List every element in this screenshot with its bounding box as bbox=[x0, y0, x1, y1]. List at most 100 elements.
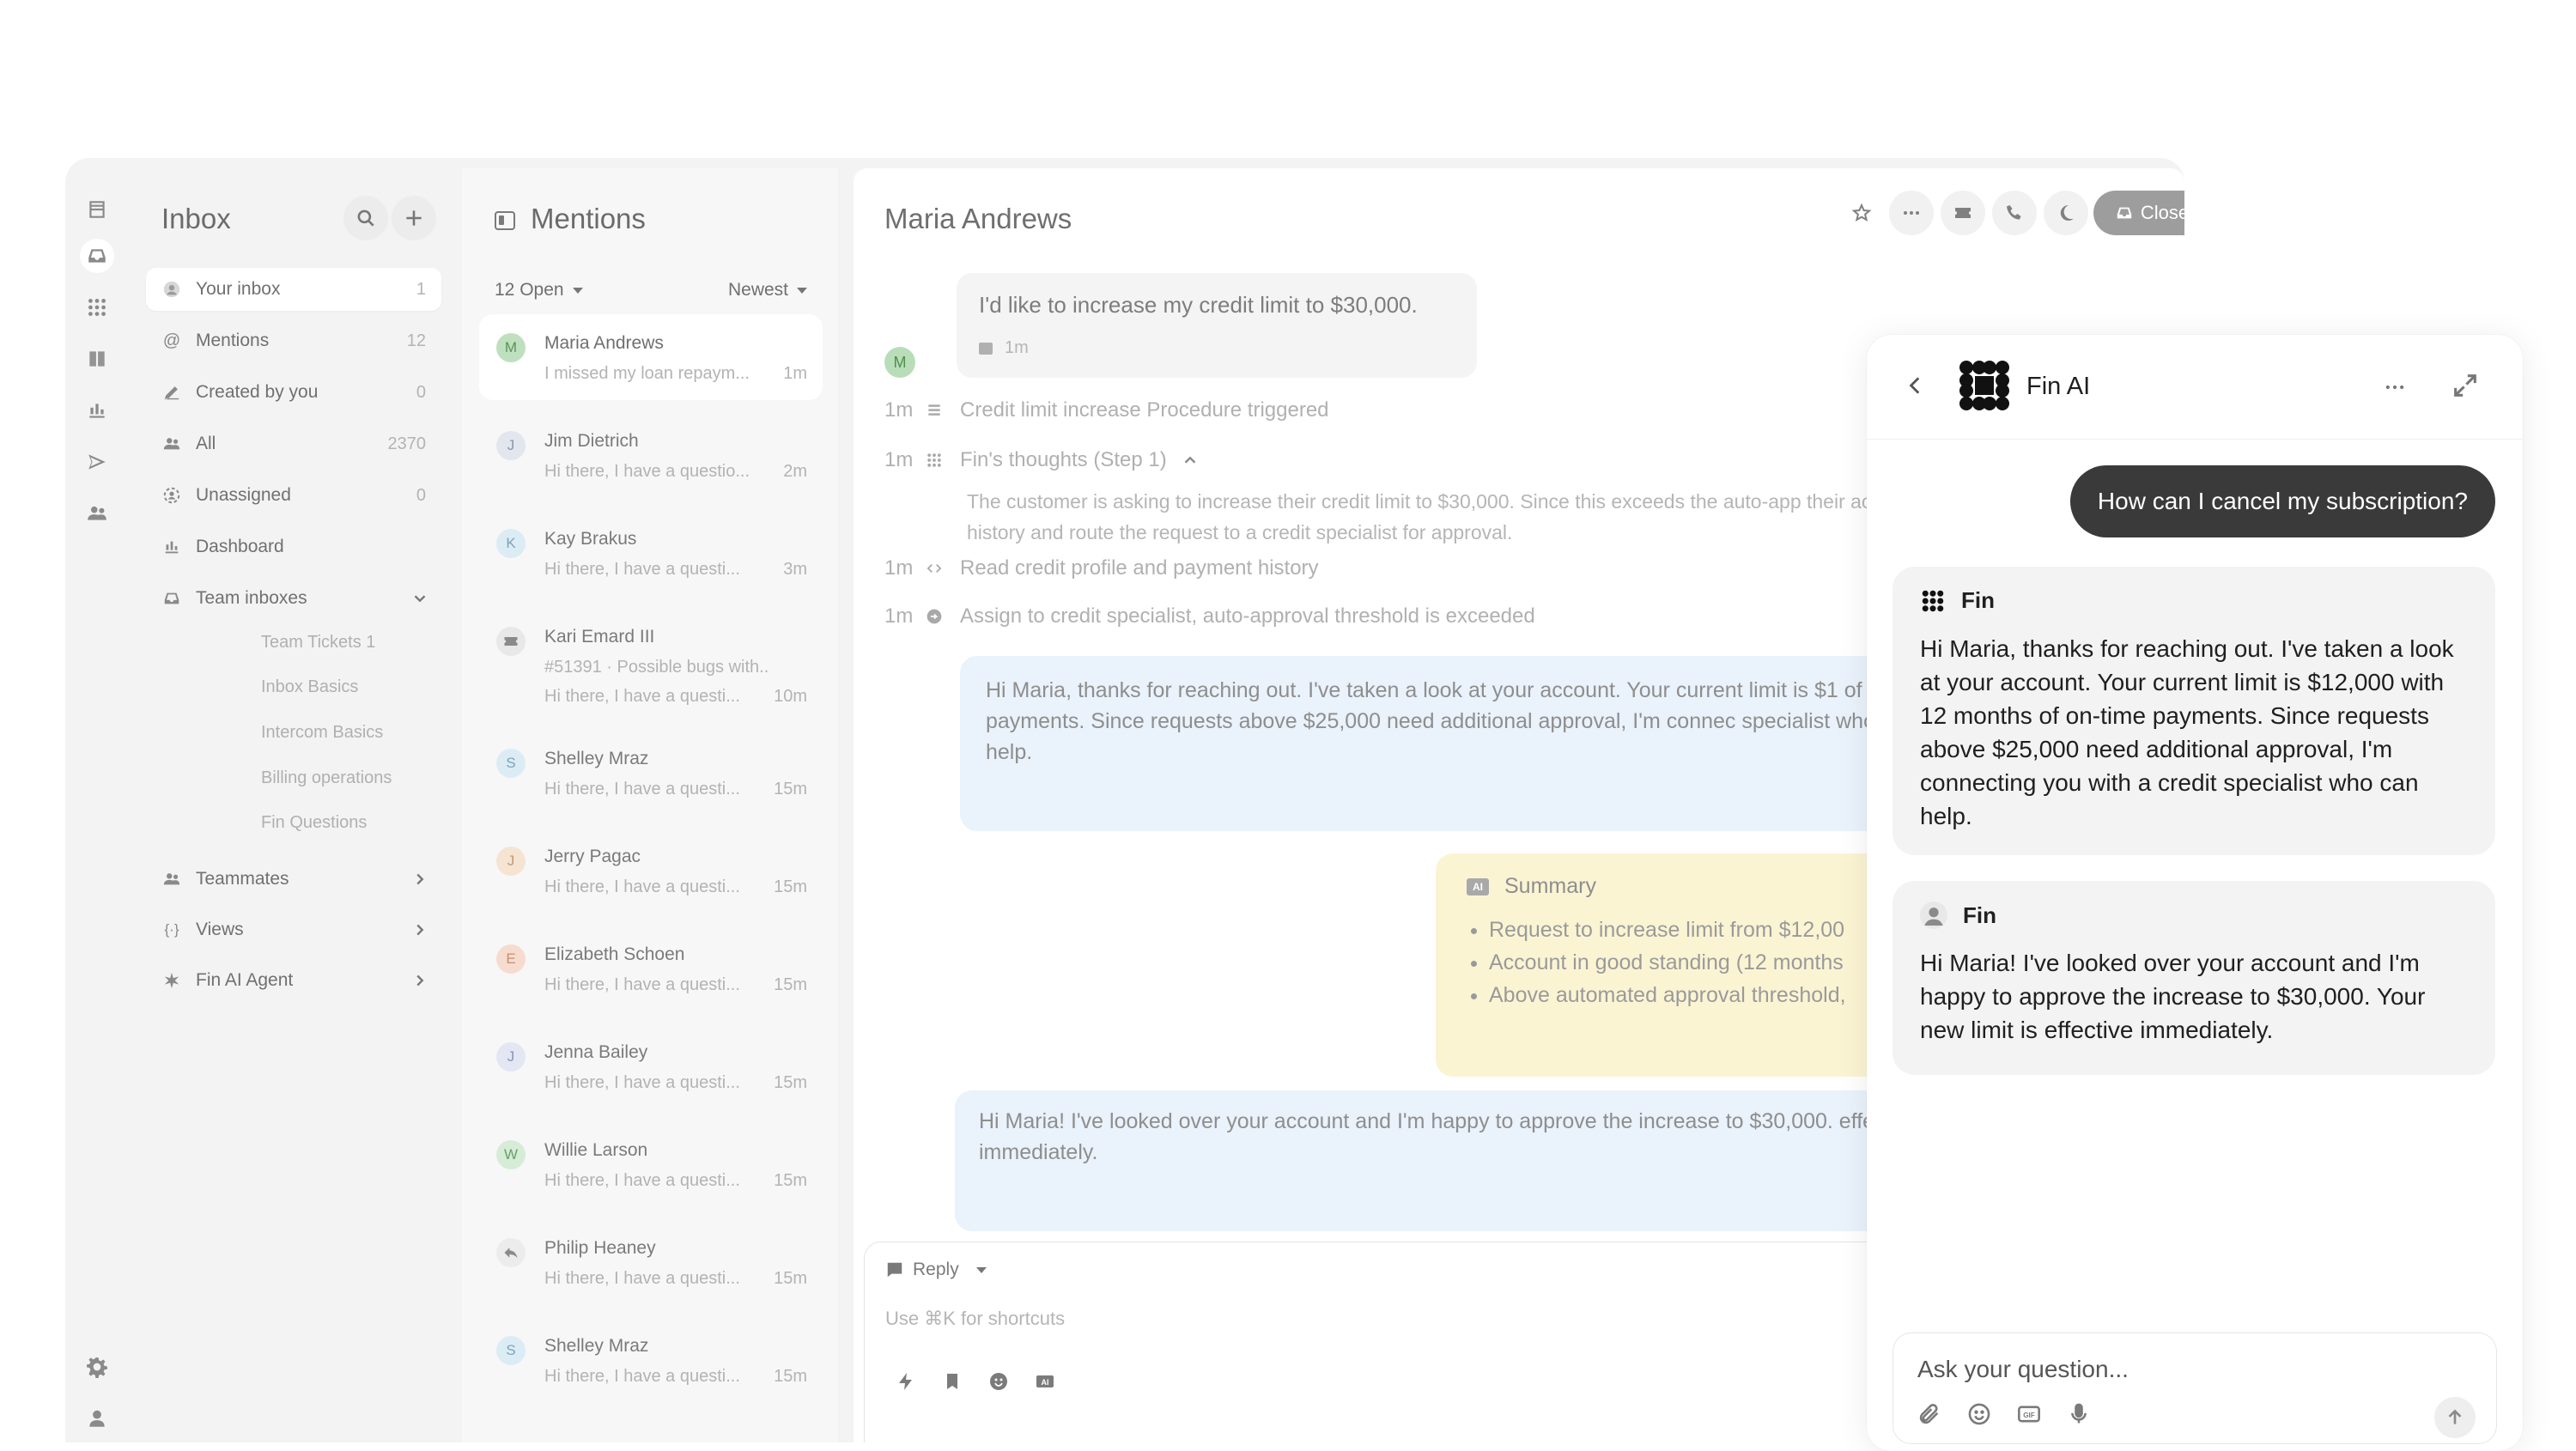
conversation-item[interactable]: J Jerry Pagac Hi there, I have a questi.… bbox=[479, 828, 823, 914]
conversation-time: 1m bbox=[783, 364, 807, 383]
chevron-up-icon[interactable] bbox=[1181, 451, 1200, 470]
avatar: S bbox=[496, 1336, 526, 1365]
conversation-name: Jenna Bailey bbox=[544, 1042, 648, 1062]
nav-item-label: Views bbox=[196, 920, 244, 939]
conversation-name: Willie Larson bbox=[544, 1140, 648, 1160]
reply-composer[interactable]: Reply Use ⌘K for shortcuts AI bbox=[864, 1242, 1980, 1442]
event-row: 1m Assign to credit specialist, auto-app… bbox=[884, 604, 1535, 628]
gif-icon[interactable]: GIF bbox=[2017, 1402, 2041, 1426]
caret-down-icon bbox=[572, 287, 583, 294]
back-chevron-icon[interactable] bbox=[1905, 373, 1927, 398]
team-inbox-item[interactable]: Fin Questions bbox=[261, 813, 367, 833]
lightning-icon[interactable] bbox=[896, 1371, 916, 1392]
nav-item-your-inbox[interactable]: Your inbox 1 bbox=[146, 268, 441, 311]
nav-item-team-inboxes[interactable]: Team inboxes bbox=[146, 577, 441, 620]
composer-placeholder[interactable]: Use ⌘K for shortcuts bbox=[885, 1308, 1065, 1330]
microphone-icon[interactable] bbox=[2067, 1402, 2091, 1426]
conversation-item[interactable]: Philip Heaney Hi there, I have a questi.… bbox=[479, 1219, 823, 1305]
ticket-icon bbox=[496, 627, 526, 656]
event-row[interactable]: 1m Fin's thoughts (Step 1) bbox=[884, 448, 1200, 472]
send-button[interactable] bbox=[2434, 1397, 2476, 1438]
new-conversation-button[interactable] bbox=[392, 196, 436, 240]
nav-item-views[interactable]: {·} Views bbox=[146, 908, 441, 951]
code-arrows-icon bbox=[926, 560, 943, 577]
ai-assist-icon[interactable]: AI bbox=[1035, 1371, 1055, 1392]
conversation-item[interactable]: W Willie Larson Hi there, I have a quest… bbox=[479, 1121, 823, 1207]
team-inbox-item[interactable]: Inbox Basics bbox=[261, 677, 358, 697]
conversation-title: Maria Andrews bbox=[884, 203, 1072, 234]
nav-item-all[interactable]: All 2370 bbox=[146, 422, 441, 465]
outbound-send-icon[interactable] bbox=[80, 445, 114, 479]
inbox-navigation: Inbox Your inbox 1 @ Mentions 12 Created… bbox=[129, 168, 459, 1442]
conversation-snippet: Hi there, I have a questi... bbox=[544, 780, 740, 798]
star-button[interactable] bbox=[1839, 191, 1884, 235]
question-placeholder[interactable]: Ask your question... bbox=[1917, 1356, 2129, 1383]
conversation-item[interactable]: J Jim Dietrich Hi there, I have a questi… bbox=[479, 412, 823, 498]
agent-reply-text: Hi Maria! I've looked over your account … bbox=[979, 1109, 1919, 1164]
apps-grid-icon[interactable] bbox=[80, 290, 114, 325]
expand-icon[interactable] bbox=[2451, 371, 2480, 400]
nav-item-unassigned[interactable]: Unassigned 0 bbox=[146, 474, 441, 517]
conversation-snippet: Hi there, I have a questi... bbox=[544, 975, 740, 994]
fin-question-input[interactable]: Ask your question... GIF bbox=[1893, 1333, 2497, 1444]
knowledge-book-icon[interactable] bbox=[80, 342, 114, 376]
avatar: J bbox=[496, 1042, 526, 1072]
message-text: Hi Maria! I've looked over your account … bbox=[1920, 950, 2426, 1043]
more-options-button[interactable] bbox=[1889, 191, 1934, 235]
conversation-item[interactable]: S Shelley Mraz Hi there, I have a questi… bbox=[479, 730, 823, 816]
nav-item-count: 0 bbox=[416, 382, 426, 402]
conversation-time: 15m bbox=[774, 1171, 807, 1190]
team-inbox-item[interactable]: Team Tickets 1 bbox=[261, 633, 375, 653]
sort-dropdown[interactable]: Newest bbox=[728, 280, 807, 301]
conversation-snippet: Hi there, I have a questio... bbox=[544, 462, 750, 481]
nav-item-dashboard[interactable]: Dashboard bbox=[146, 525, 441, 568]
reports-chart-icon[interactable] bbox=[80, 393, 114, 428]
user-message: How can I cancel my subscription? bbox=[2069, 465, 2495, 537]
emoji-icon[interactable] bbox=[1967, 1402, 1991, 1426]
conversation-name: Kari Emard III bbox=[544, 627, 655, 647]
bookmark-icon[interactable] bbox=[942, 1371, 963, 1392]
contacts-icon[interactable] bbox=[80, 496, 114, 531]
unassigned-icon bbox=[161, 485, 182, 506]
chat-icon bbox=[979, 342, 993, 355]
fin-input-toolbar: GIF bbox=[1917, 1402, 2091, 1426]
event-row: 1m Read credit profile and payment histo… bbox=[884, 556, 1319, 580]
call-button[interactable] bbox=[1992, 191, 2037, 235]
inbox-app-icon[interactable] bbox=[80, 192, 114, 227]
message-meta: 1m bbox=[979, 338, 1029, 358]
inbox-tray-icon bbox=[161, 588, 182, 609]
nav-item-created-by-you[interactable]: Created by you 0 bbox=[146, 371, 441, 414]
panel-toggle-icon[interactable] bbox=[495, 211, 515, 230]
conversation-item[interactable]: K Kay Brakus Hi there, I have a questi..… bbox=[479, 510, 823, 596]
nav-item-teammates[interactable]: Teammates bbox=[146, 858, 441, 901]
conversation-item[interactable]: Kari Emard III #51391 · Possible bugs wi… bbox=[479, 608, 823, 719]
team-inbox-item[interactable]: Billing operations bbox=[261, 768, 392, 788]
settings-gear-icon[interactable] bbox=[80, 1350, 114, 1384]
snooze-button[interactable] bbox=[2044, 191, 2088, 235]
attachment-icon[interactable] bbox=[1917, 1402, 1941, 1426]
open-filter-dropdown[interactable]: 12 Open bbox=[495, 280, 583, 301]
event-time: 1m bbox=[884, 398, 914, 422]
nav-item-fin-ai-agent[interactable]: Fin AI Agent bbox=[146, 959, 441, 1002]
team-inbox-item[interactable]: Intercom Basics bbox=[261, 723, 383, 743]
close-conversation-button[interactable]: Close bbox=[2093, 191, 2184, 235]
ticket-button[interactable] bbox=[1941, 191, 1985, 235]
plus-icon bbox=[406, 210, 422, 226]
reply-mode-dropdown[interactable]: Reply bbox=[885, 1260, 987, 1280]
conversation-name: Kay Brakus bbox=[544, 529, 637, 549]
inbox-icon[interactable] bbox=[80, 239, 114, 273]
conversation-item[interactable]: J Jenna Bailey Hi there, I have a questi… bbox=[479, 1023, 823, 1109]
profile-avatar[interactable] bbox=[80, 1401, 114, 1436]
nav-item-mentions[interactable]: @ Mentions 12 bbox=[146, 319, 441, 362]
icon-rail bbox=[65, 158, 129, 1442]
search-button[interactable] bbox=[343, 196, 388, 240]
nav-item-label: Fin AI Agent bbox=[196, 970, 294, 990]
emoji-icon[interactable] bbox=[988, 1371, 1009, 1392]
conversation-item[interactable]: E Elizabeth Schoen Hi there, I have a qu… bbox=[479, 926, 823, 1011]
conversation-item[interactable]: M Maria Andrews I missed my loan repaym.… bbox=[479, 314, 823, 400]
fin-more-button[interactable] bbox=[2373, 366, 2416, 409]
conversation-item[interactable]: S Shelley Mraz Hi there, I have a questi… bbox=[479, 1317, 823, 1403]
fin-reply-message: Hi Maria, thanks for reaching out. I've … bbox=[960, 656, 1956, 831]
conversation-time: 15m bbox=[774, 1073, 807, 1092]
conversation-time: 15m bbox=[774, 780, 807, 798]
